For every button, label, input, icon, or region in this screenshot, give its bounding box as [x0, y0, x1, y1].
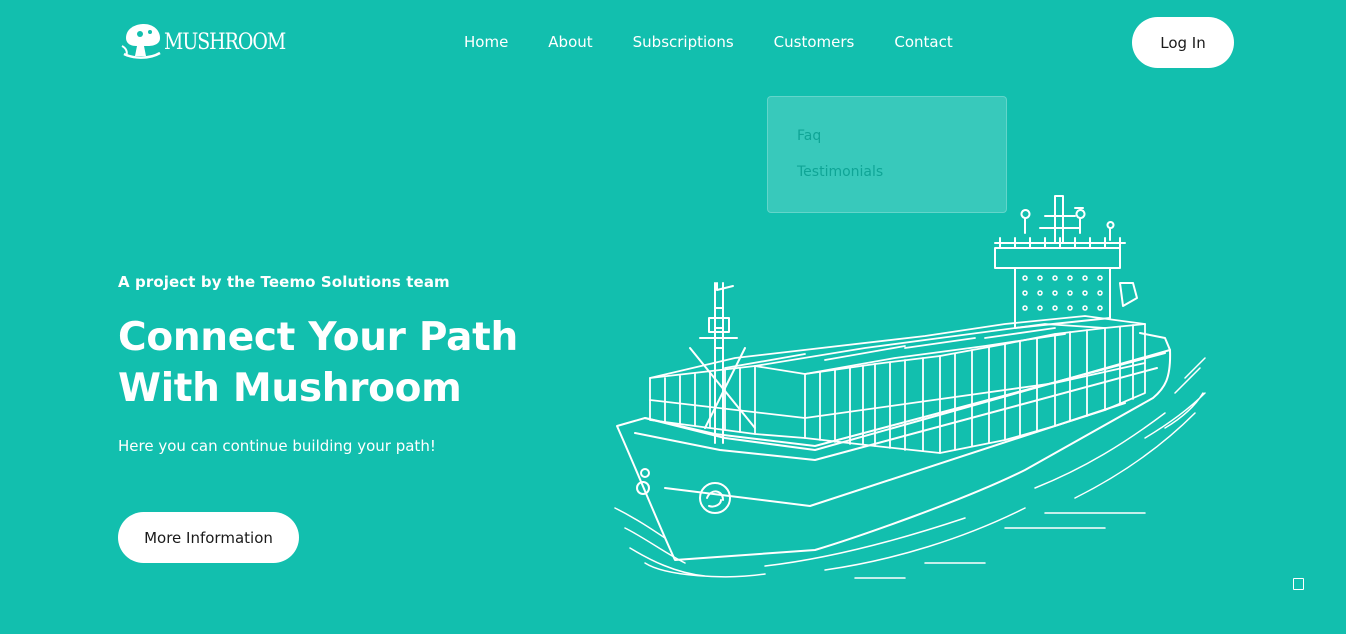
- nav-about[interactable]: About: [548, 31, 592, 53]
- nav-contact[interactable]: Contact: [894, 31, 952, 53]
- more-information-button[interactable]: More Information: [118, 512, 299, 563]
- nav-subscriptions[interactable]: Subscriptions: [633, 31, 734, 53]
- login-button[interactable]: Log In: [1132, 17, 1234, 68]
- scroll-top-icon[interactable]: [1293, 578, 1304, 590]
- hero-subtitle: Here you can continue building your path…: [118, 437, 436, 455]
- hero-tagline: A project by the Teemo Solutions team: [118, 273, 450, 291]
- hero-title-line-2: With Mushroom: [118, 366, 462, 411]
- hero-title-line-1: Connect Your Path: [118, 315, 518, 360]
- main-nav: Home About Subscriptions Customers Conta…: [464, 31, 953, 53]
- mushroom-logo-icon: [121, 24, 161, 59]
- brand-name: MUSHROOM: [164, 29, 286, 55]
- nav-home[interactable]: Home: [464, 31, 508, 53]
- dropdown-item-faq[interactable]: Faq: [797, 127, 1006, 163]
- container-ship-illustration: [614, 195, 1206, 579]
- nav-customers[interactable]: Customers: [774, 31, 855, 53]
- hero-title: Connect Your Path With Mushroom: [118, 312, 518, 414]
- brand-logo[interactable]: MUSHROOM: [120, 22, 305, 62]
